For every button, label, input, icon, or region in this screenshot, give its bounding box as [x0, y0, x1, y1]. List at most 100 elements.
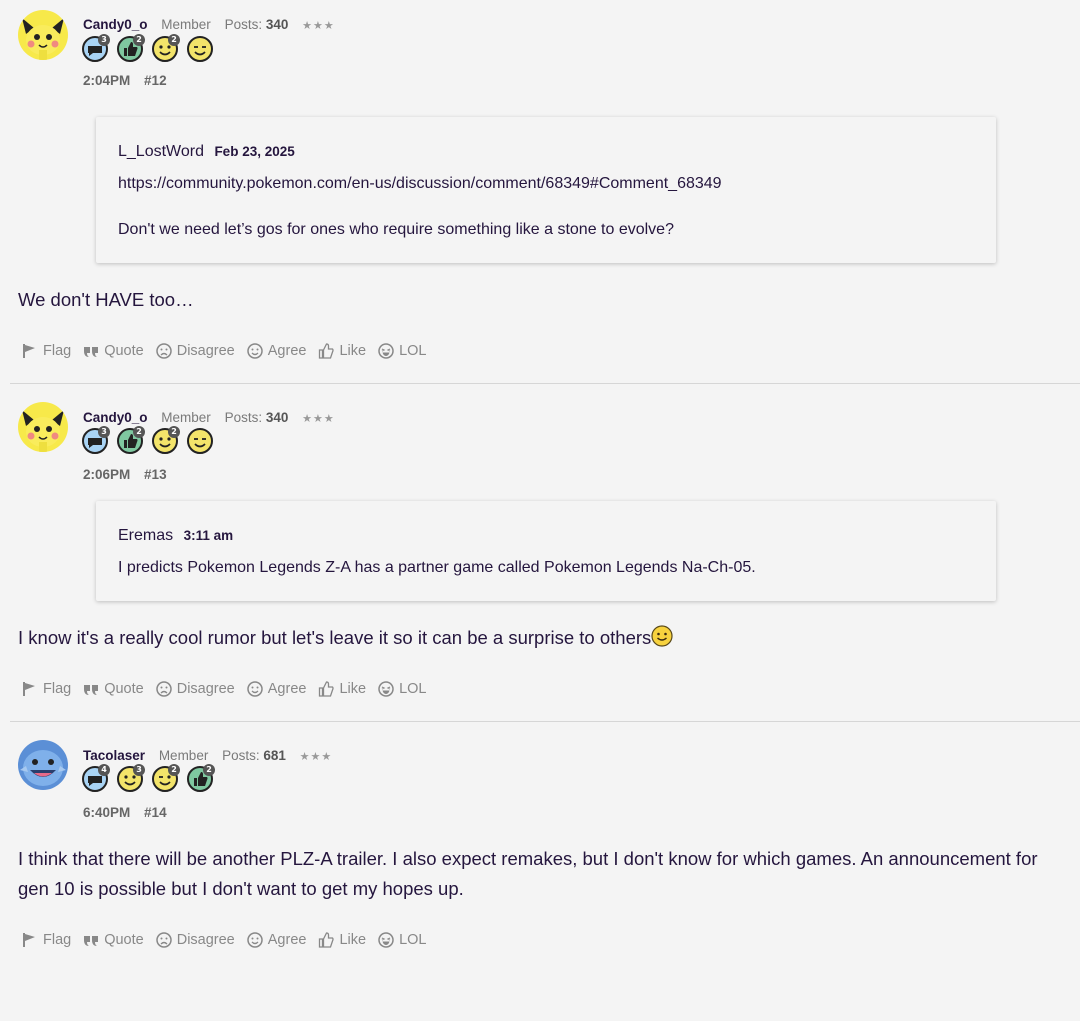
quote-button[interactable]: Quote: [83, 932, 144, 948]
quote-text: Don't we need let’s gos for ones who req…: [118, 221, 674, 238]
comment-13: Candy0_o Member Posts: 340 ★★★ 3 2 2 2:0…: [10, 383, 1080, 721]
badge-count: 2: [203, 764, 215, 776]
disagree-button[interactable]: Disagree: [155, 343, 235, 359]
like-button[interactable]: Like: [318, 681, 366, 697]
badge-count: 3: [98, 426, 110, 438]
posts-label: Posts:: [224, 410, 263, 425]
flag-icon: [23, 682, 35, 696]
frown-icon: [155, 343, 172, 359]
reaction-bar: Flag Quote Disagree Agree Like LOL: [22, 681, 1080, 721]
quote-text: I predicts Pokemon Legends Z-A has a par…: [118, 559, 756, 576]
quote-icon: [84, 347, 99, 357]
comment-time-link[interactable]: 2:06PM: [83, 467, 130, 482]
quote-author[interactable]: L_LostWord: [118, 143, 204, 160]
quote-button[interactable]: Quote: [83, 681, 144, 697]
flag-icon: [23, 344, 35, 358]
laugh-icon: [378, 932, 394, 948]
thumbs-badge-icon[interactable]: 2: [117, 34, 145, 62]
badge-count: 2: [168, 34, 180, 46]
lol-button[interactable]: LOL: [378, 681, 426, 697]
agree-button[interactable]: Agree: [247, 932, 306, 948]
agree-label: Agree: [267, 343, 307, 359]
pichu-avatar[interactable]: [18, 10, 68, 60]
comment-body: I think that there will be another PLZ-A…: [18, 848, 1038, 899]
flag-button[interactable]: Flag: [22, 932, 71, 948]
rank-stars: ★★★: [299, 751, 333, 763]
badge-count: 4: [98, 764, 110, 776]
author-name[interactable]: Tacolaser: [83, 748, 145, 763]
badge-count: 3: [98, 34, 110, 46]
time-line: 6:40PM #14: [83, 805, 177, 820]
thumbs-badge-icon[interactable]: 2: [117, 426, 145, 454]
comment-badge-icon[interactable]: 3: [82, 34, 110, 62]
disagree-button[interactable]: Disagree: [155, 932, 235, 948]
author-name[interactable]: Candy0_o: [83, 17, 148, 32]
quote-icon: [84, 936, 99, 946]
comment-badge-icon[interactable]: 3: [82, 426, 110, 454]
wink-badge-icon[interactable]: 2: [152, 764, 180, 792]
disagree-button[interactable]: Disagree: [155, 681, 235, 697]
posts-label: Posts:: [224, 17, 263, 32]
wink-badge-icon[interactable]: [187, 428, 213, 454]
comment-body-text: I know it's a really cool rumor but let'…: [18, 627, 652, 648]
frown-icon: [155, 681, 172, 697]
badge-list: 3 2 2: [82, 34, 213, 62]
comment-number-link[interactable]: #12: [144, 73, 167, 88]
quote-header: Eremas 3:11 am: [118, 525, 974, 547]
comment-body: I know it's a really cool rumor but let'…: [18, 623, 1062, 653]
flag-label: Flag: [43, 681, 72, 697]
frown-icon: [155, 932, 172, 948]
author-line: Candy0_o Member Posts: 340 ★★★: [83, 409, 335, 428]
like-label: Like: [339, 343, 367, 359]
quote-label: Quote: [104, 343, 144, 359]
disagree-label: Disagree: [176, 681, 235, 697]
author-role: Member: [161, 17, 211, 32]
flag-label: Flag: [43, 343, 72, 359]
posts-count: 340: [265, 410, 289, 425]
agree-label: Agree: [267, 681, 307, 697]
comment-number-link[interactable]: #14: [144, 805, 167, 820]
badge-count: 2: [133, 34, 145, 46]
agree-button[interactable]: Agree: [247, 681, 307, 697]
lol-button[interactable]: LOL: [378, 932, 426, 948]
thumbs-up-icon: [319, 343, 335, 359]
quote-icon: [84, 685, 99, 695]
quote-link[interactable]: https://community.pokemon.com/en-us/disc…: [118, 173, 974, 195]
comment-meta: Candy0_o Member Posts: 340 ★★★ 3 2 2 2:0…: [0, 0, 1080, 100]
badge-list: 4 3 2 2: [82, 764, 215, 792]
quote-author[interactable]: Eremas: [118, 527, 173, 544]
posts-count: 340: [265, 17, 289, 32]
smile-badge-icon[interactable]: 3: [117, 764, 145, 792]
comment-badge-icon[interactable]: 4: [82, 764, 110, 792]
smile-badge-icon[interactable]: 2: [152, 34, 180, 62]
thumbs-badge-icon[interactable]: 2: [187, 764, 215, 792]
smile-emoji-icon: [651, 625, 673, 647]
pichu-avatar[interactable]: [18, 402, 68, 452]
quote-label: Quote: [104, 932, 144, 948]
badge-count: 2: [133, 426, 145, 438]
badge-count: 2: [168, 764, 180, 776]
wooper-avatar[interactable]: [18, 740, 68, 790]
comment-time-link[interactable]: 2:04PM: [83, 73, 130, 88]
smile-badge-icon[interactable]: 2: [152, 426, 180, 454]
posts-label: Posts:: [222, 748, 260, 763]
flag-button[interactable]: Flag: [22, 343, 71, 359]
like-button[interactable]: Like: [318, 343, 366, 359]
wink-badge-icon[interactable]: [187, 36, 213, 62]
badge-count: 3: [133, 764, 145, 776]
comment-meta: Tacolaser Member Posts: 681 ★★★ 4 3 2 2: [10, 722, 1080, 822]
agree-button[interactable]: Agree: [247, 343, 307, 359]
flag-label: Flag: [43, 932, 72, 948]
like-label: Like: [339, 681, 367, 697]
reaction-bar: Flag Quote Disagree Agree Like LOL: [22, 343, 1080, 383]
author-role: Member: [158, 748, 209, 763]
author-name[interactable]: Candy0_o: [83, 410, 148, 425]
flag-button[interactable]: Flag: [22, 681, 71, 697]
quote-button[interactable]: Quote: [83, 343, 144, 359]
comment-time-link[interactable]: 6:40PM: [83, 805, 130, 820]
comment-number-link[interactable]: #13: [144, 467, 167, 482]
quote-header: L_LostWord Feb 23, 2025: [118, 141, 974, 163]
smile-icon: [247, 343, 263, 359]
lol-button[interactable]: LOL: [378, 343, 426, 359]
like-button[interactable]: Like: [318, 932, 366, 948]
